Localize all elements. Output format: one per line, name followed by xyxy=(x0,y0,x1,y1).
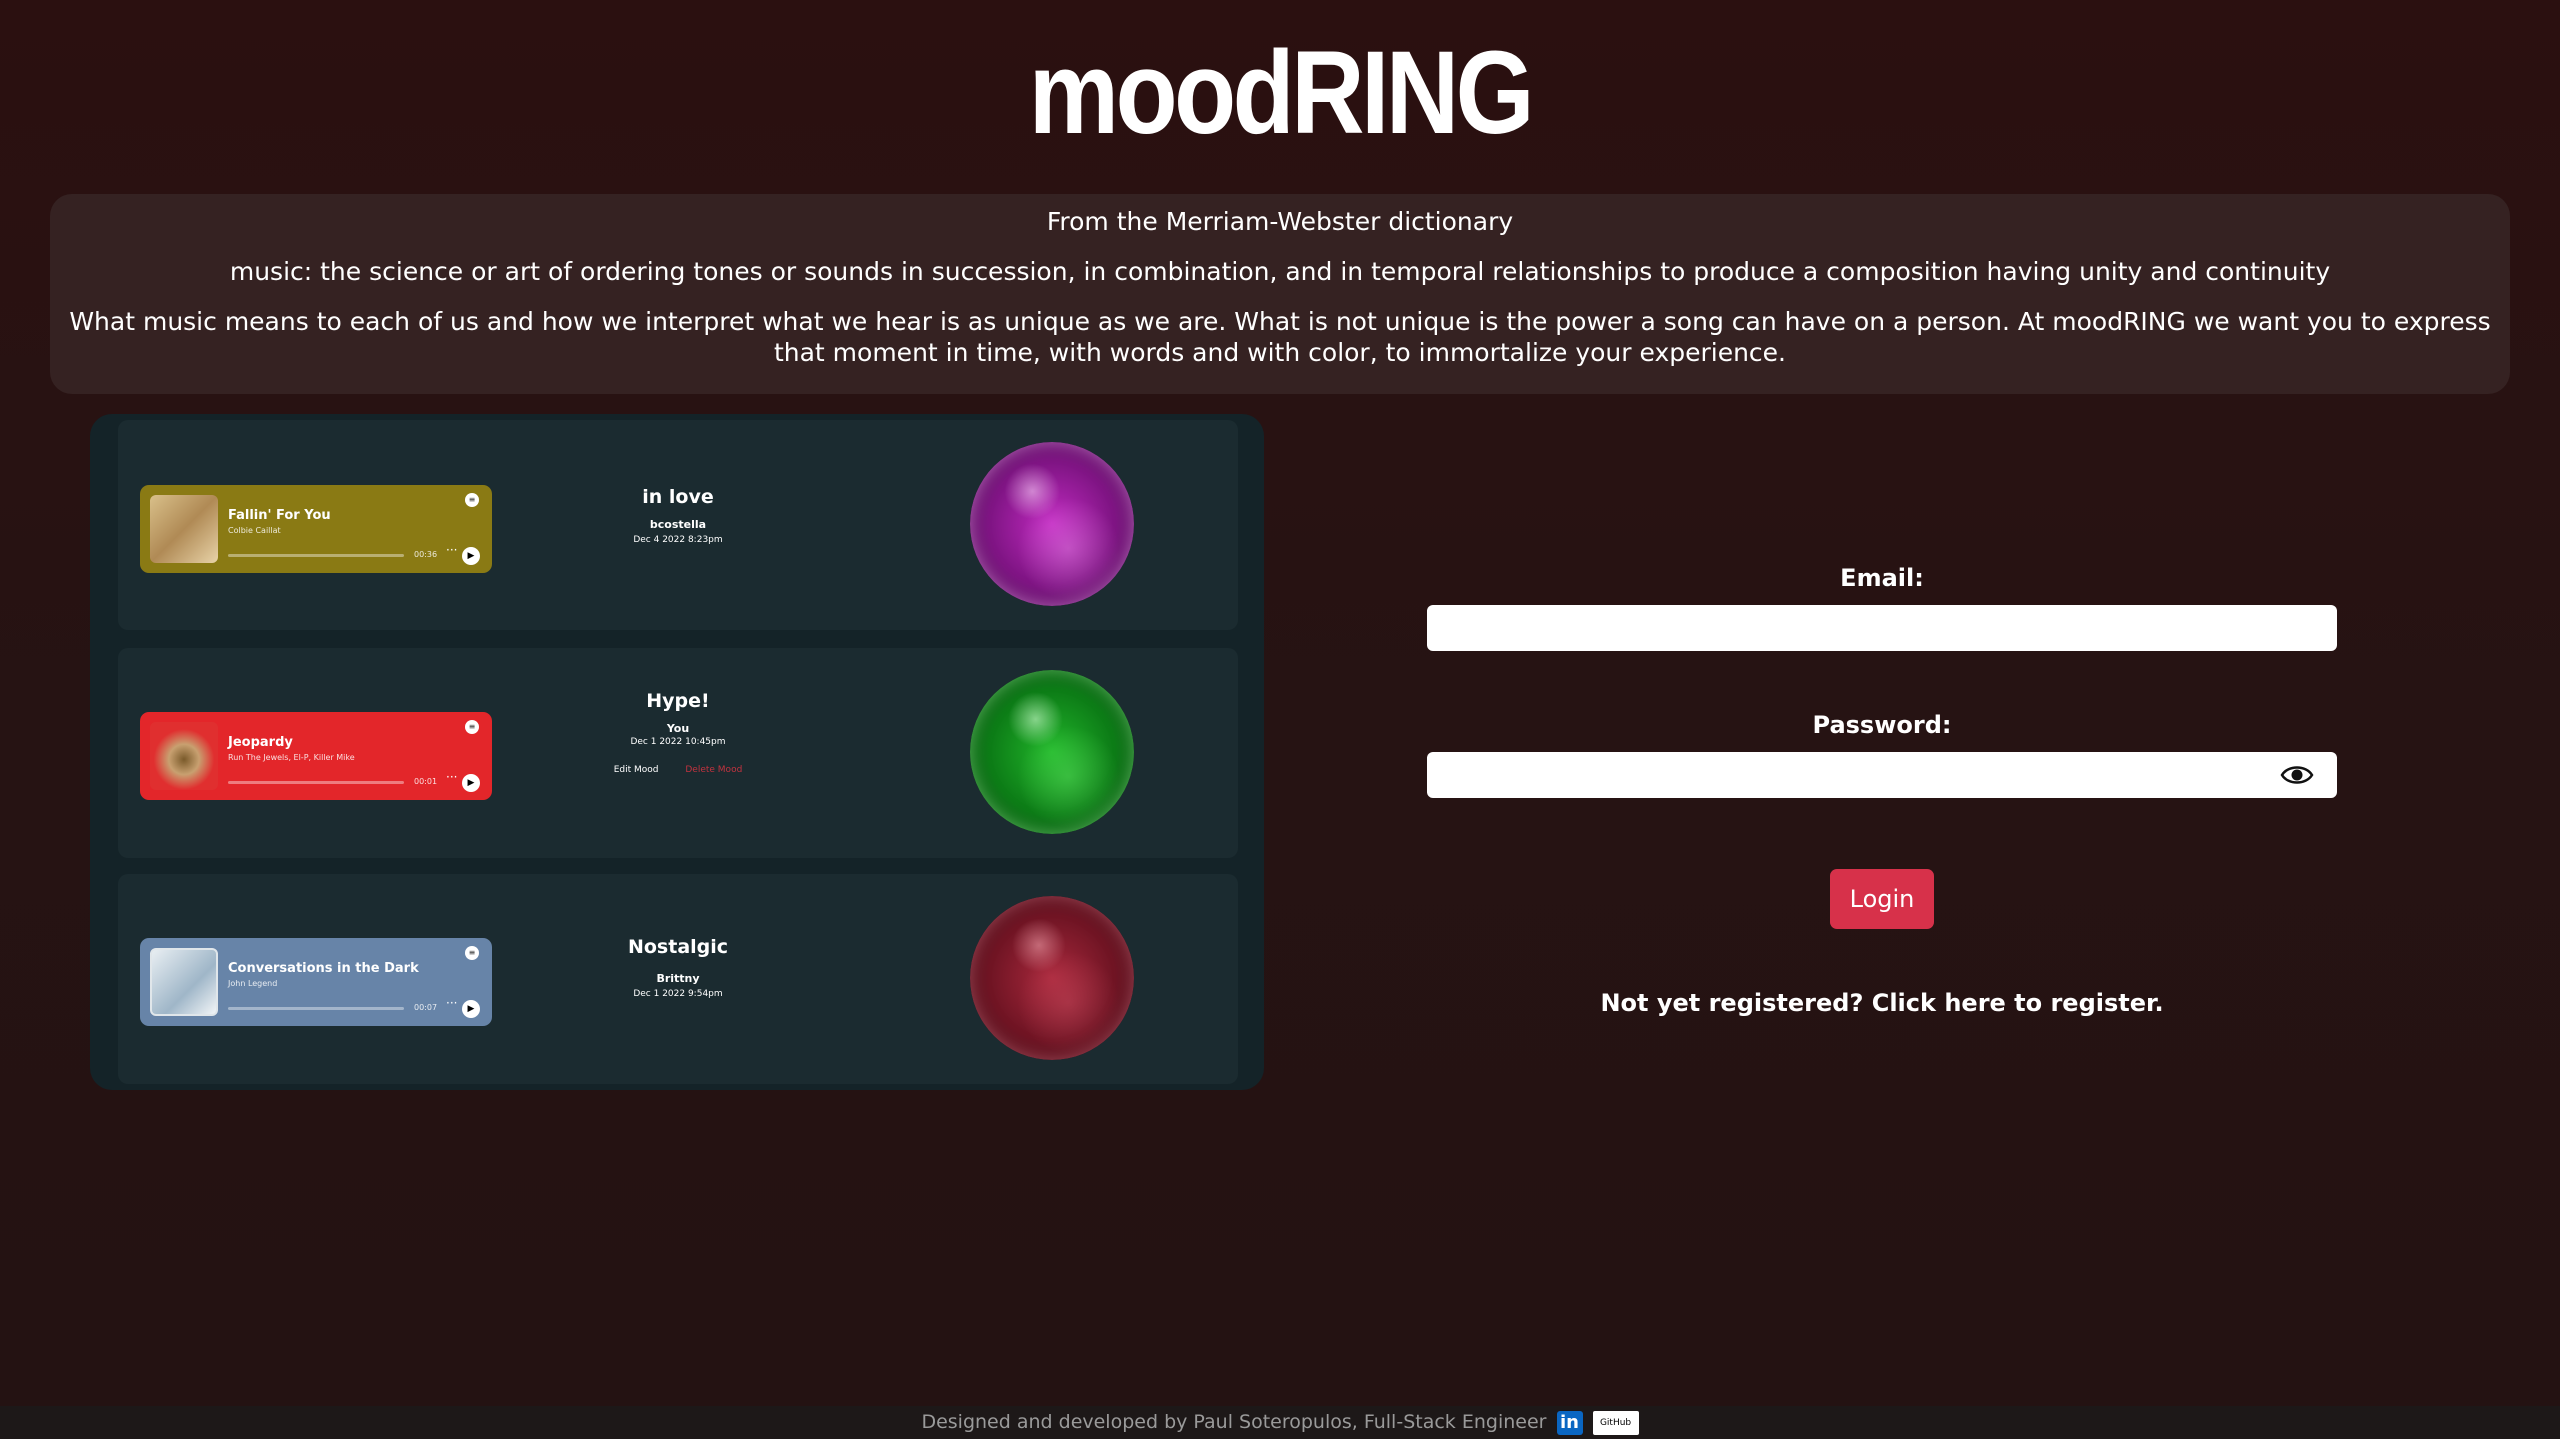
song-title: Jeopardy xyxy=(228,735,293,750)
email-field[interactable] xyxy=(1427,605,2337,651)
mood-date: Dec 1 2022 10:45pm xyxy=(630,737,726,747)
show-password-icon[interactable] xyxy=(2280,763,2314,787)
song-artist: Colbie Caillat xyxy=(228,526,281,535)
mood-date: Dec 1 2022 9:54pm xyxy=(633,989,723,999)
mood-name: in love xyxy=(642,486,714,508)
spotify-player[interactable]: Fallin' For You Colbie Caillat 00:36 ···… xyxy=(140,485,492,573)
github-icon[interactable]: GitHub xyxy=(1592,1410,1639,1435)
mood-user: Brittny xyxy=(656,972,700,985)
album-cover xyxy=(150,948,218,1016)
mood-actions: Edit Mood Delete Mood xyxy=(558,765,798,775)
app-title: moodRING xyxy=(1028,27,1535,159)
mood-orb xyxy=(970,670,1134,834)
play-icon[interactable]: ▶ xyxy=(462,774,480,792)
spotify-icon[interactable]: ≡ xyxy=(465,946,479,960)
mood-user: bcostella xyxy=(649,518,707,531)
mood-info: Nostalgic Brittny Dec 1 2022 9:54pm xyxy=(558,936,798,999)
linkedin-icon[interactable]: in xyxy=(1556,1410,1583,1435)
track-time: 00:36 xyxy=(414,550,438,559)
mood-card: Fallin' For You Colbie Caillat 00:36 ···… xyxy=(118,420,1238,630)
play-icon[interactable]: ▶ xyxy=(462,1000,480,1018)
mood-orb xyxy=(970,896,1134,1060)
mood-info: Hype! You Dec 1 2022 10:45pm Edit Mood D… xyxy=(558,690,798,775)
progress-bar[interactable] xyxy=(228,554,404,557)
spotify-icon[interactable]: ≡ xyxy=(465,720,479,734)
email-label: Email: xyxy=(1840,564,1924,592)
progress-bar[interactable] xyxy=(228,1007,404,1010)
password-field[interactable] xyxy=(1427,752,2337,798)
more-icon[interactable]: ··· xyxy=(446,996,457,1010)
spotify-player[interactable]: Jeopardy Run The Jewels, El-P, Killer Mi… xyxy=(140,712,492,800)
spotify-icon[interactable]: ≡ xyxy=(465,493,479,507)
mood-info: in love bcostella Dec 4 2022 8:23pm xyxy=(558,486,798,545)
spotify-player[interactable]: Conversations in the Dark John Legend 00… xyxy=(140,938,492,1026)
track-time: 00:01 xyxy=(414,777,438,786)
mood-card: Jeopardy Run The Jewels, El-P, Killer Mi… xyxy=(118,648,1238,858)
password-label: Password: xyxy=(1812,711,1952,739)
more-icon[interactable]: ··· xyxy=(446,543,457,557)
footer-credit: Designed and developed by Paul Soteropul… xyxy=(921,1411,1547,1433)
song-title: Conversations in the Dark xyxy=(228,961,419,976)
mood-card: Conversations in the Dark John Legend 00… xyxy=(118,874,1238,1084)
mood-user: You xyxy=(666,722,690,735)
intro-definition: music: the science or art of ordering to… xyxy=(229,257,2331,286)
intro-panel: From the Merriam-Webster dictionary musi… xyxy=(50,194,2510,394)
play-icon[interactable]: ▶ xyxy=(462,547,480,565)
song-artist: John Legend xyxy=(228,979,278,988)
mood-orb xyxy=(970,442,1134,606)
register-link[interactable]: Not yet registered? Click here to regist… xyxy=(1427,989,2337,1017)
progress-bar[interactable] xyxy=(228,781,404,784)
intro-description: What music means to each of us and how w… xyxy=(69,307,2491,367)
edit-mood-button[interactable]: Edit Mood xyxy=(614,765,659,775)
album-cover xyxy=(150,722,218,790)
more-icon[interactable]: ··· xyxy=(446,770,457,784)
mood-name: Hype! xyxy=(646,690,710,712)
song-title: Fallin' For You xyxy=(228,508,331,523)
track-time: 00:07 xyxy=(414,1003,438,1012)
login-button[interactable]: Login xyxy=(1830,869,1934,929)
album-cover xyxy=(150,495,218,563)
delete-mood-button[interactable]: Delete Mood xyxy=(685,765,742,775)
mood-feed: Fallin' For You Colbie Caillat 00:36 ···… xyxy=(90,414,1264,1090)
intro-heading: From the Merriam-Webster dictionary xyxy=(1046,207,1514,236)
mood-date: Dec 4 2022 8:23pm xyxy=(633,535,723,545)
song-artist: Run The Jewels, El-P, Killer Mike xyxy=(228,753,355,762)
footer: Designed and developed by Paul Soteropul… xyxy=(0,1406,2560,1439)
mood-name: Nostalgic xyxy=(627,936,729,958)
